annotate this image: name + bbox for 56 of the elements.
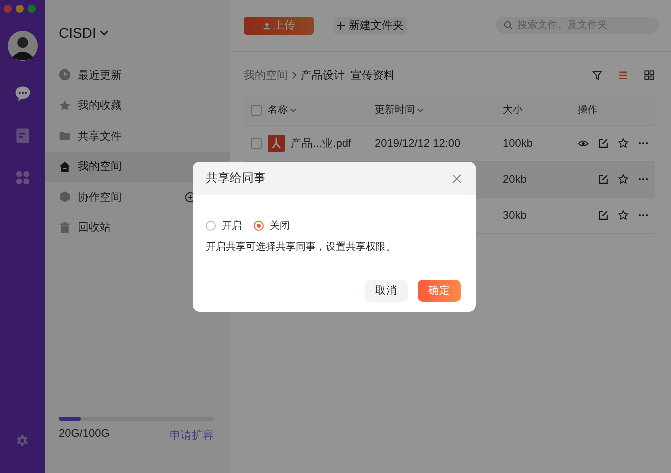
- eye-icon[interactable]: [578, 138, 589, 149]
- file-name[interactable]: 产品...业.pdf: [291, 136, 352, 151]
- zoom-window-icon[interactable]: [28, 5, 36, 13]
- cube-icon: [59, 191, 71, 204]
- dialog-description: 开启共享可选择共享同事，设置共享权限。: [206, 240, 397, 254]
- filter-icon[interactable]: [592, 70, 603, 80]
- edit-icon[interactable]: [598, 210, 609, 221]
- column-header[interactable]: 操作: [578, 103, 598, 117]
- nav-item[interactable]: 最近更新: [45, 60, 230, 90]
- trash-icon: [59, 222, 71, 234]
- star-icon[interactable]: [618, 210, 629, 221]
- home-icon: [59, 160, 71, 173]
- file-size: 100kb: [503, 138, 533, 150]
- edit-icon[interactable]: [598, 174, 609, 185]
- plus-icon: [337, 22, 345, 30]
- star-icon: [59, 100, 71, 112]
- file-size: 30kb: [503, 210, 527, 222]
- radio-option[interactable]: 关闭: [254, 219, 290, 233]
- workspace-switcher[interactable]: CISDI: [59, 25, 110, 41]
- expand-storage-link[interactable]: 申请扩容: [170, 428, 214, 443]
- edit-icon[interactable]: [598, 138, 609, 149]
- storage-usage: 20G/100G: [59, 428, 110, 442]
- avatar-icon[interactable]: [8, 31, 38, 61]
- column-header[interactable]: 大小: [503, 103, 523, 117]
- new-folder-button[interactable]: 新建文件夹: [334, 16, 407, 34]
- confirm-button[interactable]: 确定: [418, 280, 461, 302]
- list-view-icon[interactable]: [618, 70, 629, 80]
- chat-icon[interactable]: [14, 85, 32, 103]
- upload-icon: [262, 22, 270, 30]
- breadcrumb-current: 产品设计 宣传资料: [301, 68, 396, 82]
- minimize-window-icon[interactable]: [16, 5, 24, 13]
- file-size: 20kb: [503, 174, 527, 186]
- clock-icon: [59, 69, 71, 82]
- sort-icon: [290, 108, 297, 112]
- checkbox[interactable]: [251, 138, 262, 149]
- grid-view-icon[interactable]: [644, 70, 655, 80]
- sort-icon: [417, 108, 424, 112]
- radio-icon[interactable]: [206, 221, 216, 231]
- folder-icon: [59, 130, 71, 142]
- checkbox[interactable]: [251, 104, 262, 116]
- column-header[interactable]: 名称: [268, 103, 297, 117]
- column-header[interactable]: 更新时间: [375, 103, 424, 117]
- star-icon[interactable]: [618, 138, 629, 149]
- cancel-button[interactable]: 取消: [365, 280, 408, 302]
- pdf-file-icon: [268, 135, 285, 152]
- star-icon[interactable]: [618, 174, 629, 185]
- close-icon[interactable]: [452, 174, 462, 184]
- search-icon: [504, 21, 513, 30]
- radio-option[interactable]: 开启: [206, 219, 242, 233]
- nav-item[interactable]: 共享文件: [45, 121, 230, 152]
- chevron-icon: [292, 70, 297, 80]
- radio-icon[interactable]: [254, 221, 264, 231]
- nav-item[interactable]: 我的收藏: [45, 90, 230, 121]
- caret-icon: [100, 30, 110, 36]
- breadcrumb-link[interactable]: 我的空间: [244, 68, 288, 82]
- updated-time: 2019/12/12 12:00: [375, 138, 461, 150]
